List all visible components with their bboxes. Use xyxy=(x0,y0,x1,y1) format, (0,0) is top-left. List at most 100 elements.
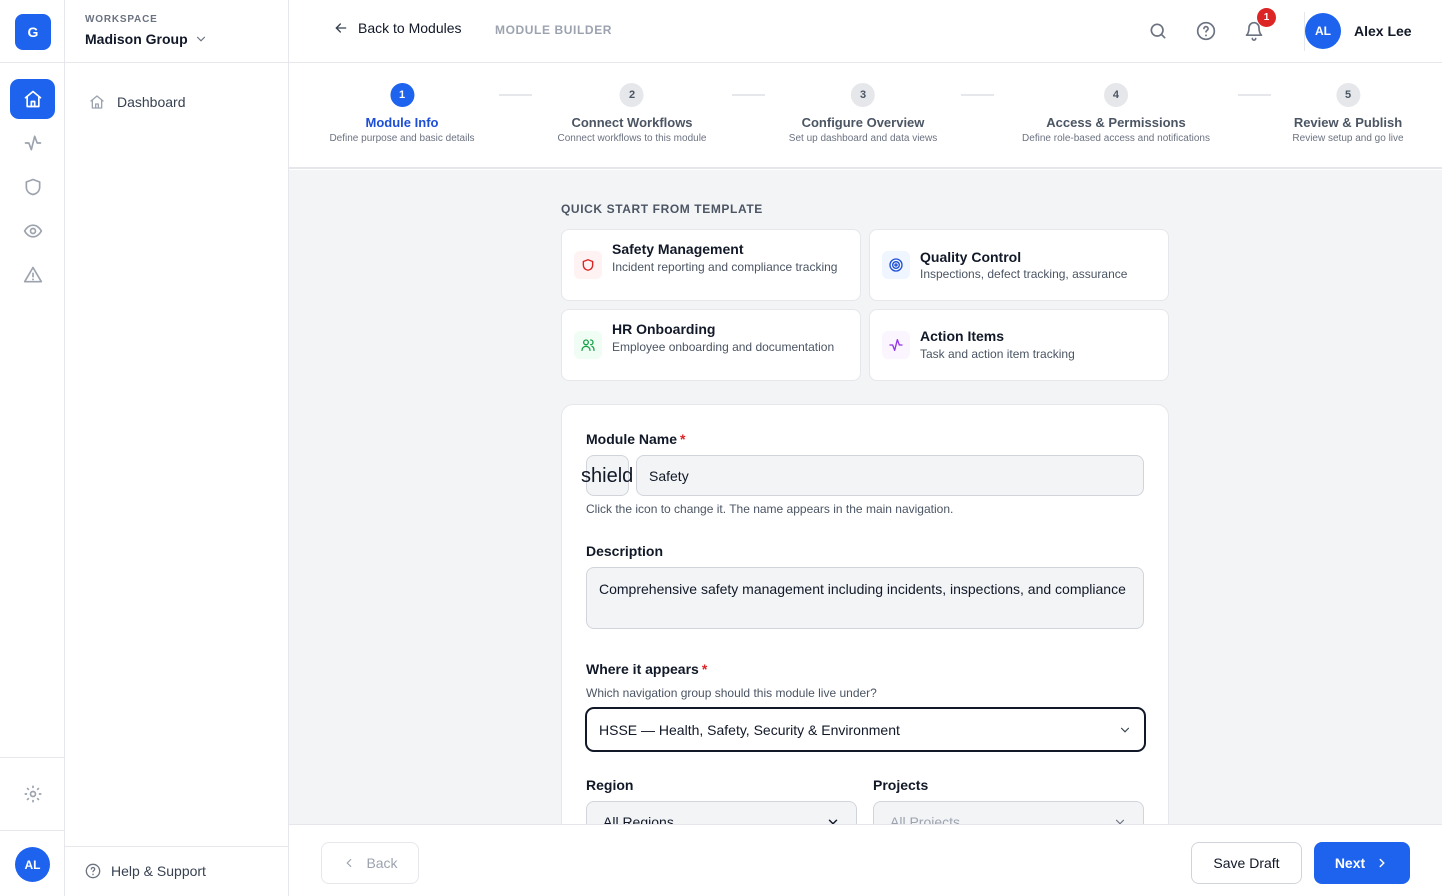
quick-start-title: QUICK START FROM TEMPLATE xyxy=(561,202,763,216)
avatar[interactable]: AL xyxy=(1305,13,1341,49)
sidebar-item-dashboard[interactable]: Dashboard xyxy=(89,94,186,110)
rail-activity-button[interactable] xyxy=(10,123,55,163)
step-subtitle: Define role-based access and notificatio… xyxy=(1022,133,1210,144)
step-title: Configure Overview xyxy=(801,115,925,130)
module-icon-picker[interactable]: shield xyxy=(581,455,633,496)
template-card-hr-onboarding[interactable]: HR Onboarding Employee onboarding and do… xyxy=(561,309,861,381)
next-button[interactable]: Next xyxy=(1314,842,1410,884)
chevron-right-icon xyxy=(1375,856,1389,870)
step-subtitle: Define purpose and basic details xyxy=(329,133,475,144)
step-title: Connect Workflows xyxy=(571,115,693,130)
rail-divider xyxy=(0,830,64,831)
search-button[interactable] xyxy=(1146,19,1170,43)
home-icon xyxy=(23,89,43,109)
rail-alert-button[interactable] xyxy=(10,255,55,295)
workspace-label: WORKSPACE xyxy=(85,14,158,25)
step-configure-overview[interactable]: 3 Configure Overview Set up dashboard an… xyxy=(789,83,937,144)
template-description: Employee onboarding and documentation xyxy=(612,340,835,354)
rail-divider xyxy=(0,62,64,63)
help-label: Help & Support xyxy=(111,863,206,879)
shield-icon xyxy=(23,177,43,197)
template-card-safety-management[interactable]: Safety Management Incident reporting and… xyxy=(561,229,861,301)
required-marker: * xyxy=(701,661,708,677)
module-name-label: Module Name * xyxy=(586,431,685,447)
step-connector xyxy=(499,94,532,96)
template-description: Incident reporting and compliance tracki… xyxy=(612,260,838,274)
save-draft-button[interactable]: Save Draft xyxy=(1191,842,1302,884)
chevron-down-icon xyxy=(1118,723,1132,737)
step-title: Access & Permissions xyxy=(1046,115,1186,130)
back-to-modules-link[interactable]: Back to Modules xyxy=(333,20,462,36)
region-label: Region xyxy=(586,777,634,793)
step-review-publish[interactable]: 5 Review & Publish Review setup and go l… xyxy=(1292,83,1404,144)
notification-badge: 1 xyxy=(1257,8,1276,27)
icon-picker-value: shield xyxy=(581,465,634,487)
region-select[interactable]: All Regions xyxy=(586,801,857,824)
template-card-quality-control[interactable]: Quality Control Inspections, defect trac… xyxy=(869,229,1169,301)
workspace-name: Madison Group xyxy=(85,31,188,47)
help-circle-icon xyxy=(85,863,101,879)
where-appears-label: Where it appears * xyxy=(586,661,707,677)
module-name-input[interactable]: Safety xyxy=(636,455,1144,496)
user-name[interactable]: Alex Lee xyxy=(1354,23,1412,39)
rail-shield-button[interactable] xyxy=(10,167,55,207)
users-icon xyxy=(574,331,602,359)
projects-label: Projects xyxy=(873,777,929,793)
workspace-switcher[interactable]: Madison Group xyxy=(85,31,208,47)
main-content: QUICK START FROM TEMPLATE Safety Managem… xyxy=(289,170,1442,824)
target-icon xyxy=(882,251,910,279)
rail-settings-button[interactable] xyxy=(10,774,55,814)
arrow-left-icon xyxy=(333,20,349,36)
chevron-left-icon xyxy=(342,856,356,870)
sidebar: WORKSPACE Madison Group Dashboard Help &… xyxy=(65,0,289,896)
template-title: Quality Control xyxy=(920,249,1022,265)
back-button[interactable]: Back xyxy=(321,842,419,884)
step-number: 3 xyxy=(851,83,875,107)
module-info-form: Module Name * shield Safety Click the ico… xyxy=(561,404,1169,824)
projects-select[interactable]: All Projects xyxy=(873,801,1144,824)
step-connect-workflows[interactable]: 2 Connect Workflows Connect workflows to… xyxy=(557,83,707,144)
step-title: Module Info xyxy=(365,115,439,130)
step-title: Review & Publish xyxy=(1293,115,1403,130)
back-label: Back xyxy=(366,855,398,871)
module-name-hint: Click the icon to change it. The name ap… xyxy=(586,502,954,516)
template-card-action-items[interactable]: Action Items Task and action item tracki… xyxy=(869,309,1169,381)
step-access-permissions[interactable]: 4 Access & Permissions Define role-based… xyxy=(1022,83,1210,144)
step-number: 1 xyxy=(390,83,414,107)
chevron-down-icon xyxy=(1113,815,1127,824)
template-description: Inspections, defect tracking, assurance xyxy=(920,267,1128,281)
where-appears-hint: Which navigation group should this modul… xyxy=(586,686,877,700)
rail-home-button[interactable] xyxy=(10,79,55,119)
gear-icon xyxy=(23,784,43,804)
help-support-link[interactable]: Help & Support xyxy=(85,863,206,879)
help-circle-icon xyxy=(1196,21,1216,41)
step-connector xyxy=(1238,94,1271,96)
shield-icon xyxy=(574,251,602,279)
step-subtitle: Connect workflows to this module xyxy=(557,133,707,144)
step-subtitle: Set up dashboard and data views xyxy=(788,133,938,144)
description-textarea[interactable]: Comprehensive safety management includin… xyxy=(586,567,1144,629)
avatar[interactable]: AL xyxy=(15,847,50,882)
workspace-logo[interactable]: G xyxy=(15,14,51,50)
sidebar-divider xyxy=(65,846,288,847)
sidebar-item-label: Dashboard xyxy=(117,94,186,110)
top-header: Back to Modules MODULE BUILDER 1 AL Alex… xyxy=(289,0,1442,63)
template-title: Action Items xyxy=(920,328,1005,344)
rail-eye-button[interactable] xyxy=(10,211,55,251)
step-progress: 1 Module Info Define purpose and basic d… xyxy=(289,63,1442,169)
select-value: All Regions xyxy=(603,813,674,825)
app-rail: G AL xyxy=(0,0,65,896)
step-connector xyxy=(961,94,994,96)
sidebar-divider xyxy=(65,62,288,63)
home-icon xyxy=(89,94,105,110)
help-button[interactable] xyxy=(1194,19,1218,43)
select-value: HSSE — Health, Safety, Security & Enviro… xyxy=(599,721,900,738)
wizard-footer: Back Save Draft Next xyxy=(289,824,1442,896)
eye-icon xyxy=(23,221,43,241)
step-module-info[interactable]: 1 Module Info Define purpose and basic d… xyxy=(329,83,475,144)
step-number: 2 xyxy=(620,83,644,107)
navigation-group-select[interactable]: HSSE — Health, Safety, Security & Enviro… xyxy=(585,707,1146,752)
alert-triangle-icon xyxy=(23,265,43,285)
label-text: Where it appears xyxy=(586,661,699,677)
section-label: MODULE BUILDER xyxy=(495,23,613,37)
